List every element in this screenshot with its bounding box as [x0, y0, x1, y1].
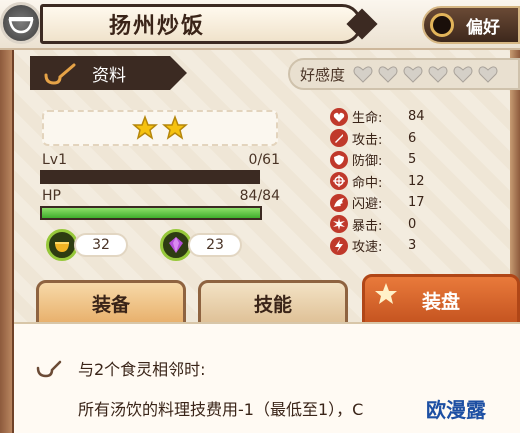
stat-value: 6	[408, 130, 417, 146]
affection-heart-icon	[378, 66, 398, 83]
stat-value: 3	[408, 238, 417, 254]
stat-row: 暴击: 0	[330, 214, 510, 236]
stat-value: 12	[408, 173, 425, 189]
left-frame	[0, 40, 14, 433]
star-icon	[375, 283, 397, 304]
crosshair-icon	[330, 172, 348, 191]
preference-label: 偏好	[466, 17, 500, 38]
stat-value: 0	[408, 216, 417, 232]
watermark-text: 欧漫露	[426, 398, 486, 422]
affection-hearts	[353, 65, 503, 83]
ladle-icon	[42, 61, 76, 85]
stat-row: 命中: 12	[330, 171, 510, 193]
tab-skills-label: 技能	[253, 293, 292, 316]
back-bowl-icon	[8, 17, 34, 34]
stat-value: 84	[408, 109, 425, 125]
affection-bar: 好感度	[288, 58, 520, 90]
hp-label: HP	[42, 188, 61, 204]
stats-list: 生命: 84 攻击: 6 防御: 5 命中: 12 闪避: 17 暴击: 0 攻速: 3	[330, 106, 510, 257]
food-soul-detail-screen: 扬州炒饭 偏好 资料 好感度 Lv1 0/61 HP 84/84 32 23 生…	[0, 0, 520, 433]
tab-plating[interactable]: 装盘	[362, 274, 520, 326]
affection-heart-icon	[478, 66, 498, 83]
affection-heart-icon	[453, 66, 473, 83]
affection-heart-icon	[403, 66, 423, 83]
stat-row: 生命: 84	[330, 106, 510, 128]
resource-gold[interactable]: 32	[46, 229, 128, 261]
stat-value: 5	[408, 152, 417, 168]
hp-text: 84/84	[239, 188, 280, 204]
level-row: Lv1 0/61	[42, 152, 280, 168]
affection-heart-icon	[353, 66, 373, 83]
stat-value: 17	[408, 195, 425, 211]
stat-label: 暴击:	[352, 218, 383, 234]
sword-icon	[330, 129, 348, 148]
tab-plating-label: 装盘	[421, 290, 460, 313]
stat-row: 防御: 5	[330, 149, 510, 171]
tab-equipment[interactable]: 装备	[36, 280, 186, 326]
burst-icon	[330, 215, 348, 234]
affection-heart-icon	[428, 66, 448, 83]
level-label: Lv1	[42, 152, 67, 168]
stat-label: 生命:	[352, 111, 383, 127]
exp-text: 0/61	[248, 152, 280, 168]
back-button[interactable]	[0, 2, 42, 44]
stat-label: 防御:	[352, 154, 383, 170]
stat-label: 攻速:	[352, 240, 383, 256]
info-tab[interactable]: 资料	[30, 56, 170, 90]
character-panel: Lv1 0/61 HP 84/84 32 23	[16, 96, 326, 274]
hp-bar	[40, 206, 262, 220]
hp-row: HP 84/84	[42, 188, 280, 204]
wing-icon	[330, 193, 348, 212]
plating-condition: 与2个食灵相邻时:	[78, 360, 206, 379]
affection-label: 好感度	[300, 65, 346, 84]
stat-row: 攻击: 6	[330, 128, 510, 150]
stat-row: 攻速: 3	[330, 235, 510, 257]
preference-icon	[430, 13, 454, 37]
top-bar: 扬州炒饭 偏好	[0, 0, 520, 50]
shield-icon	[330, 150, 348, 169]
title-banner: 扬州炒饭	[40, 4, 362, 44]
ladle-icon	[36, 360, 62, 378]
tab-skills[interactable]: 技能	[198, 280, 348, 326]
star-rating	[42, 110, 278, 146]
star-icon	[162, 115, 188, 141]
stat-label: 闪避:	[352, 197, 383, 213]
star-icon	[132, 115, 158, 141]
resource-gem[interactable]: 23	[160, 229, 242, 261]
tab-equipment-label: 装备	[91, 293, 130, 316]
preference-button[interactable]: 偏好	[422, 6, 520, 44]
stat-label: 攻击:	[352, 132, 383, 148]
page-title: 扬州炒饭	[109, 14, 206, 39]
stat-row: 闪避: 17	[330, 192, 510, 214]
plating-effect: 所有汤饮的料理技费用-1（最低至1），C	[78, 400, 364, 419]
heart-icon	[330, 107, 348, 126]
stat-label: 命中:	[352, 175, 383, 191]
gem-count: 23	[188, 233, 242, 257]
exp-bar	[40, 170, 260, 184]
hp-bar-fill	[42, 208, 260, 218]
gold-count: 32	[74, 233, 128, 257]
lightning-icon	[330, 236, 348, 255]
info-tab-label: 资料	[92, 65, 126, 86]
